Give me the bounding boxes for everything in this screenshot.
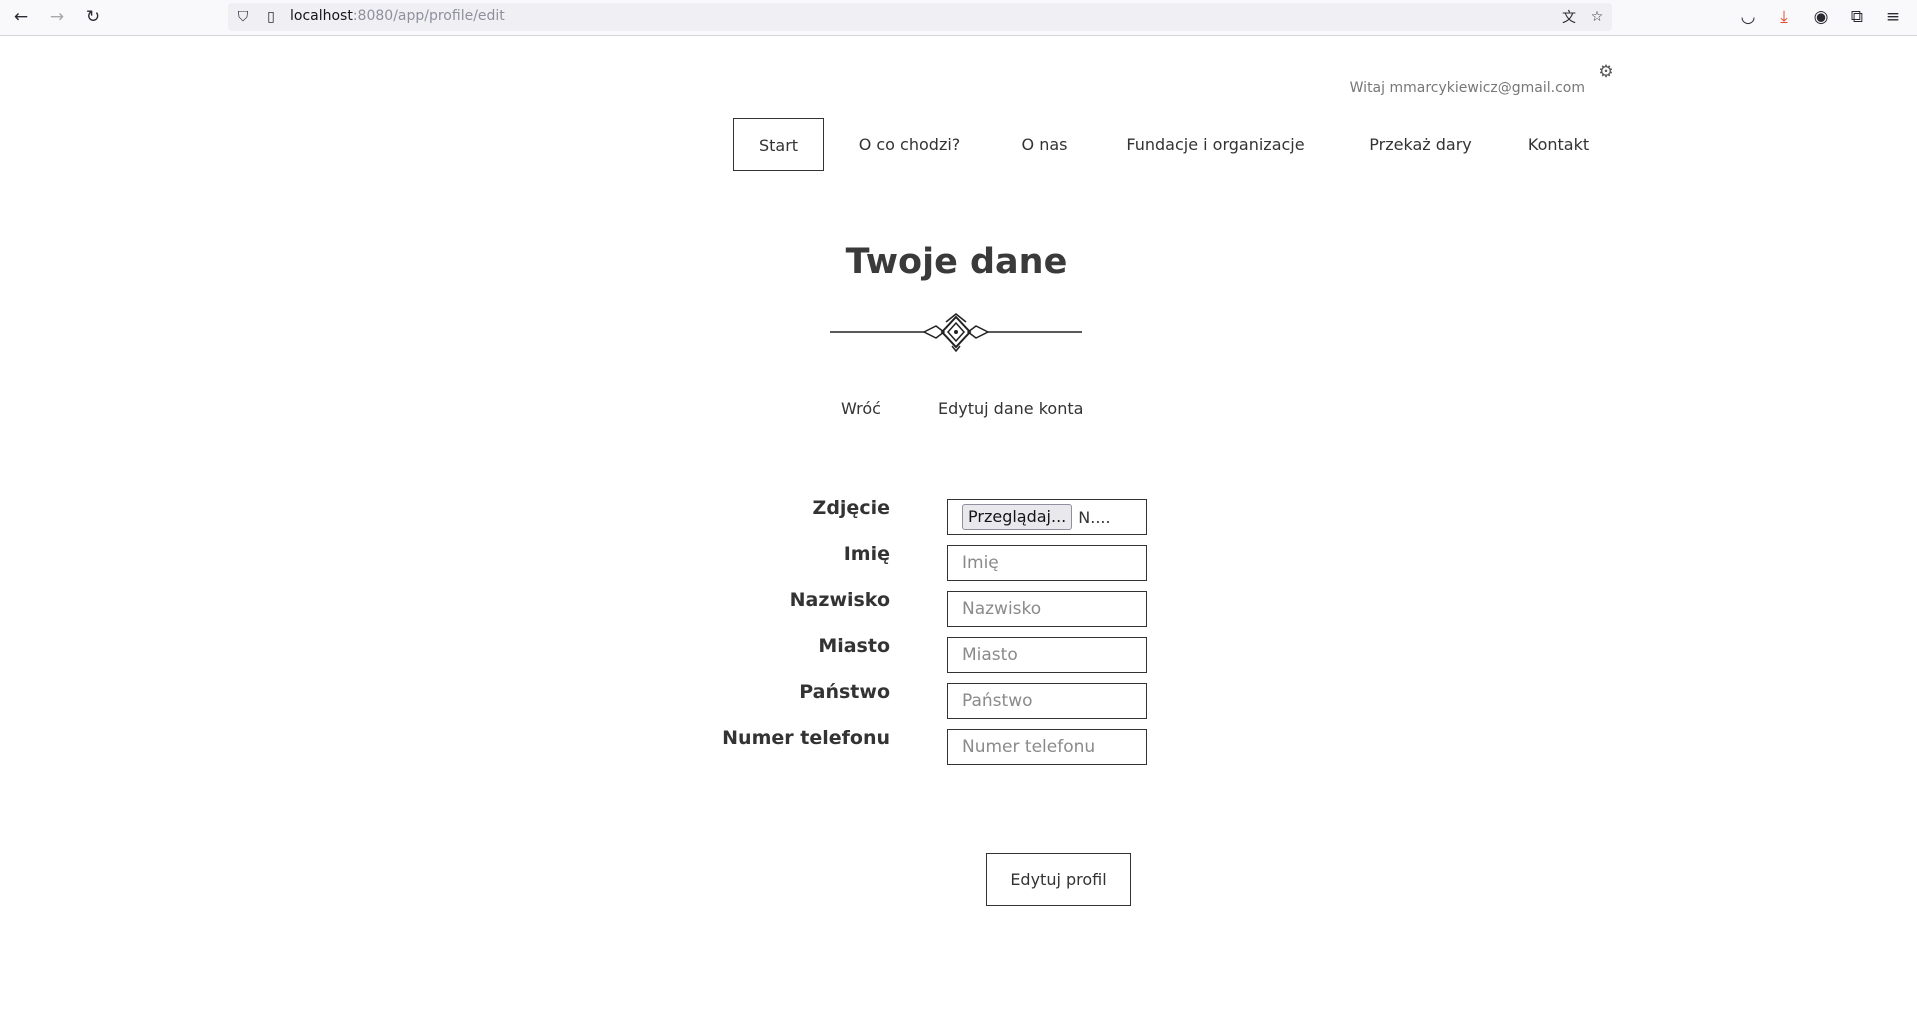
phone-field[interactable] xyxy=(947,729,1147,765)
first-name-field[interactable] xyxy=(947,545,1147,581)
nav-item-fundacje[interactable]: Fundacje i organizacje xyxy=(1108,118,1323,171)
translate-icon[interactable]: 文 xyxy=(1558,6,1580,28)
user-greeting: Witaj mmarcykiewicz@gmail.com xyxy=(1349,80,1585,96)
last-name-field[interactable] xyxy=(947,591,1147,627)
url-host: localhost xyxy=(290,8,353,24)
page-title: Twoje dane xyxy=(845,242,1068,282)
bookmark-star-icon[interactable]: ☆ xyxy=(1586,6,1608,28)
country-field[interactable] xyxy=(947,683,1147,719)
browse-button[interactable]: Przeglądaj... xyxy=(962,504,1073,530)
edit-profile-button[interactable]: Edytuj profil xyxy=(986,853,1131,906)
country-label: Państwo xyxy=(799,681,890,703)
edit-account-link[interactable]: Edytuj dane konta xyxy=(938,399,1083,418)
page-icon[interactable]: ▯ xyxy=(260,6,282,28)
back-link[interactable]: Wróć xyxy=(841,399,881,418)
forward-arrow-icon[interactable]: → xyxy=(44,4,70,30)
account-icon[interactable]: ◉ xyxy=(1808,4,1834,30)
menu-icon[interactable]: ≡ xyxy=(1880,4,1906,30)
gear-icon[interactable]: ⚙ xyxy=(1596,62,1616,82)
last-name-label: Nazwisko xyxy=(789,589,890,611)
nav-item-kontakt[interactable]: Kontakt xyxy=(1511,118,1606,171)
address-bar[interactable]: ⛉ ▯ localhost:8080/app/profile/edit 文 ☆ xyxy=(228,3,1612,31)
first-name-label: Imię xyxy=(843,543,890,565)
url-path: :8080/app/profile/edit xyxy=(352,8,505,24)
extensions-icon[interactable]: ⧉ xyxy=(1844,4,1870,30)
nav-item-o-nas[interactable]: O nas xyxy=(1009,118,1080,171)
photo-file-input[interactable]: Przeglądaj... N.... xyxy=(947,499,1147,535)
download-icon[interactable]: ⤓ xyxy=(1771,4,1797,30)
phone-label: Numer telefonu xyxy=(722,727,890,749)
city-field[interactable] xyxy=(947,637,1147,673)
decorative-ornament-icon xyxy=(830,313,1082,352)
nav-item-o-co-chodzi[interactable]: O co chodzi? xyxy=(836,118,983,171)
shield-icon[interactable]: ⛉ xyxy=(232,6,254,28)
nav-item-start[interactable]: Start xyxy=(733,118,824,171)
photo-label: Zdjęcie xyxy=(812,497,890,519)
city-label: Miasto xyxy=(818,635,890,657)
file-status-text: N.... xyxy=(1078,507,1111,527)
nav-item-przekaz-dary[interactable]: Przekaż dary xyxy=(1348,118,1493,171)
url-text[interactable]: localhost:8080/app/profile/edit xyxy=(290,8,505,24)
browser-toolbar: ← → ↻ ⛉ ▯ localhost:8080/app/profile/edi… xyxy=(0,0,1917,36)
back-arrow-icon[interactable]: ← xyxy=(8,4,34,30)
reload-icon[interactable]: ↻ xyxy=(80,4,106,30)
pocket-icon[interactable]: ◡ xyxy=(1735,4,1761,30)
